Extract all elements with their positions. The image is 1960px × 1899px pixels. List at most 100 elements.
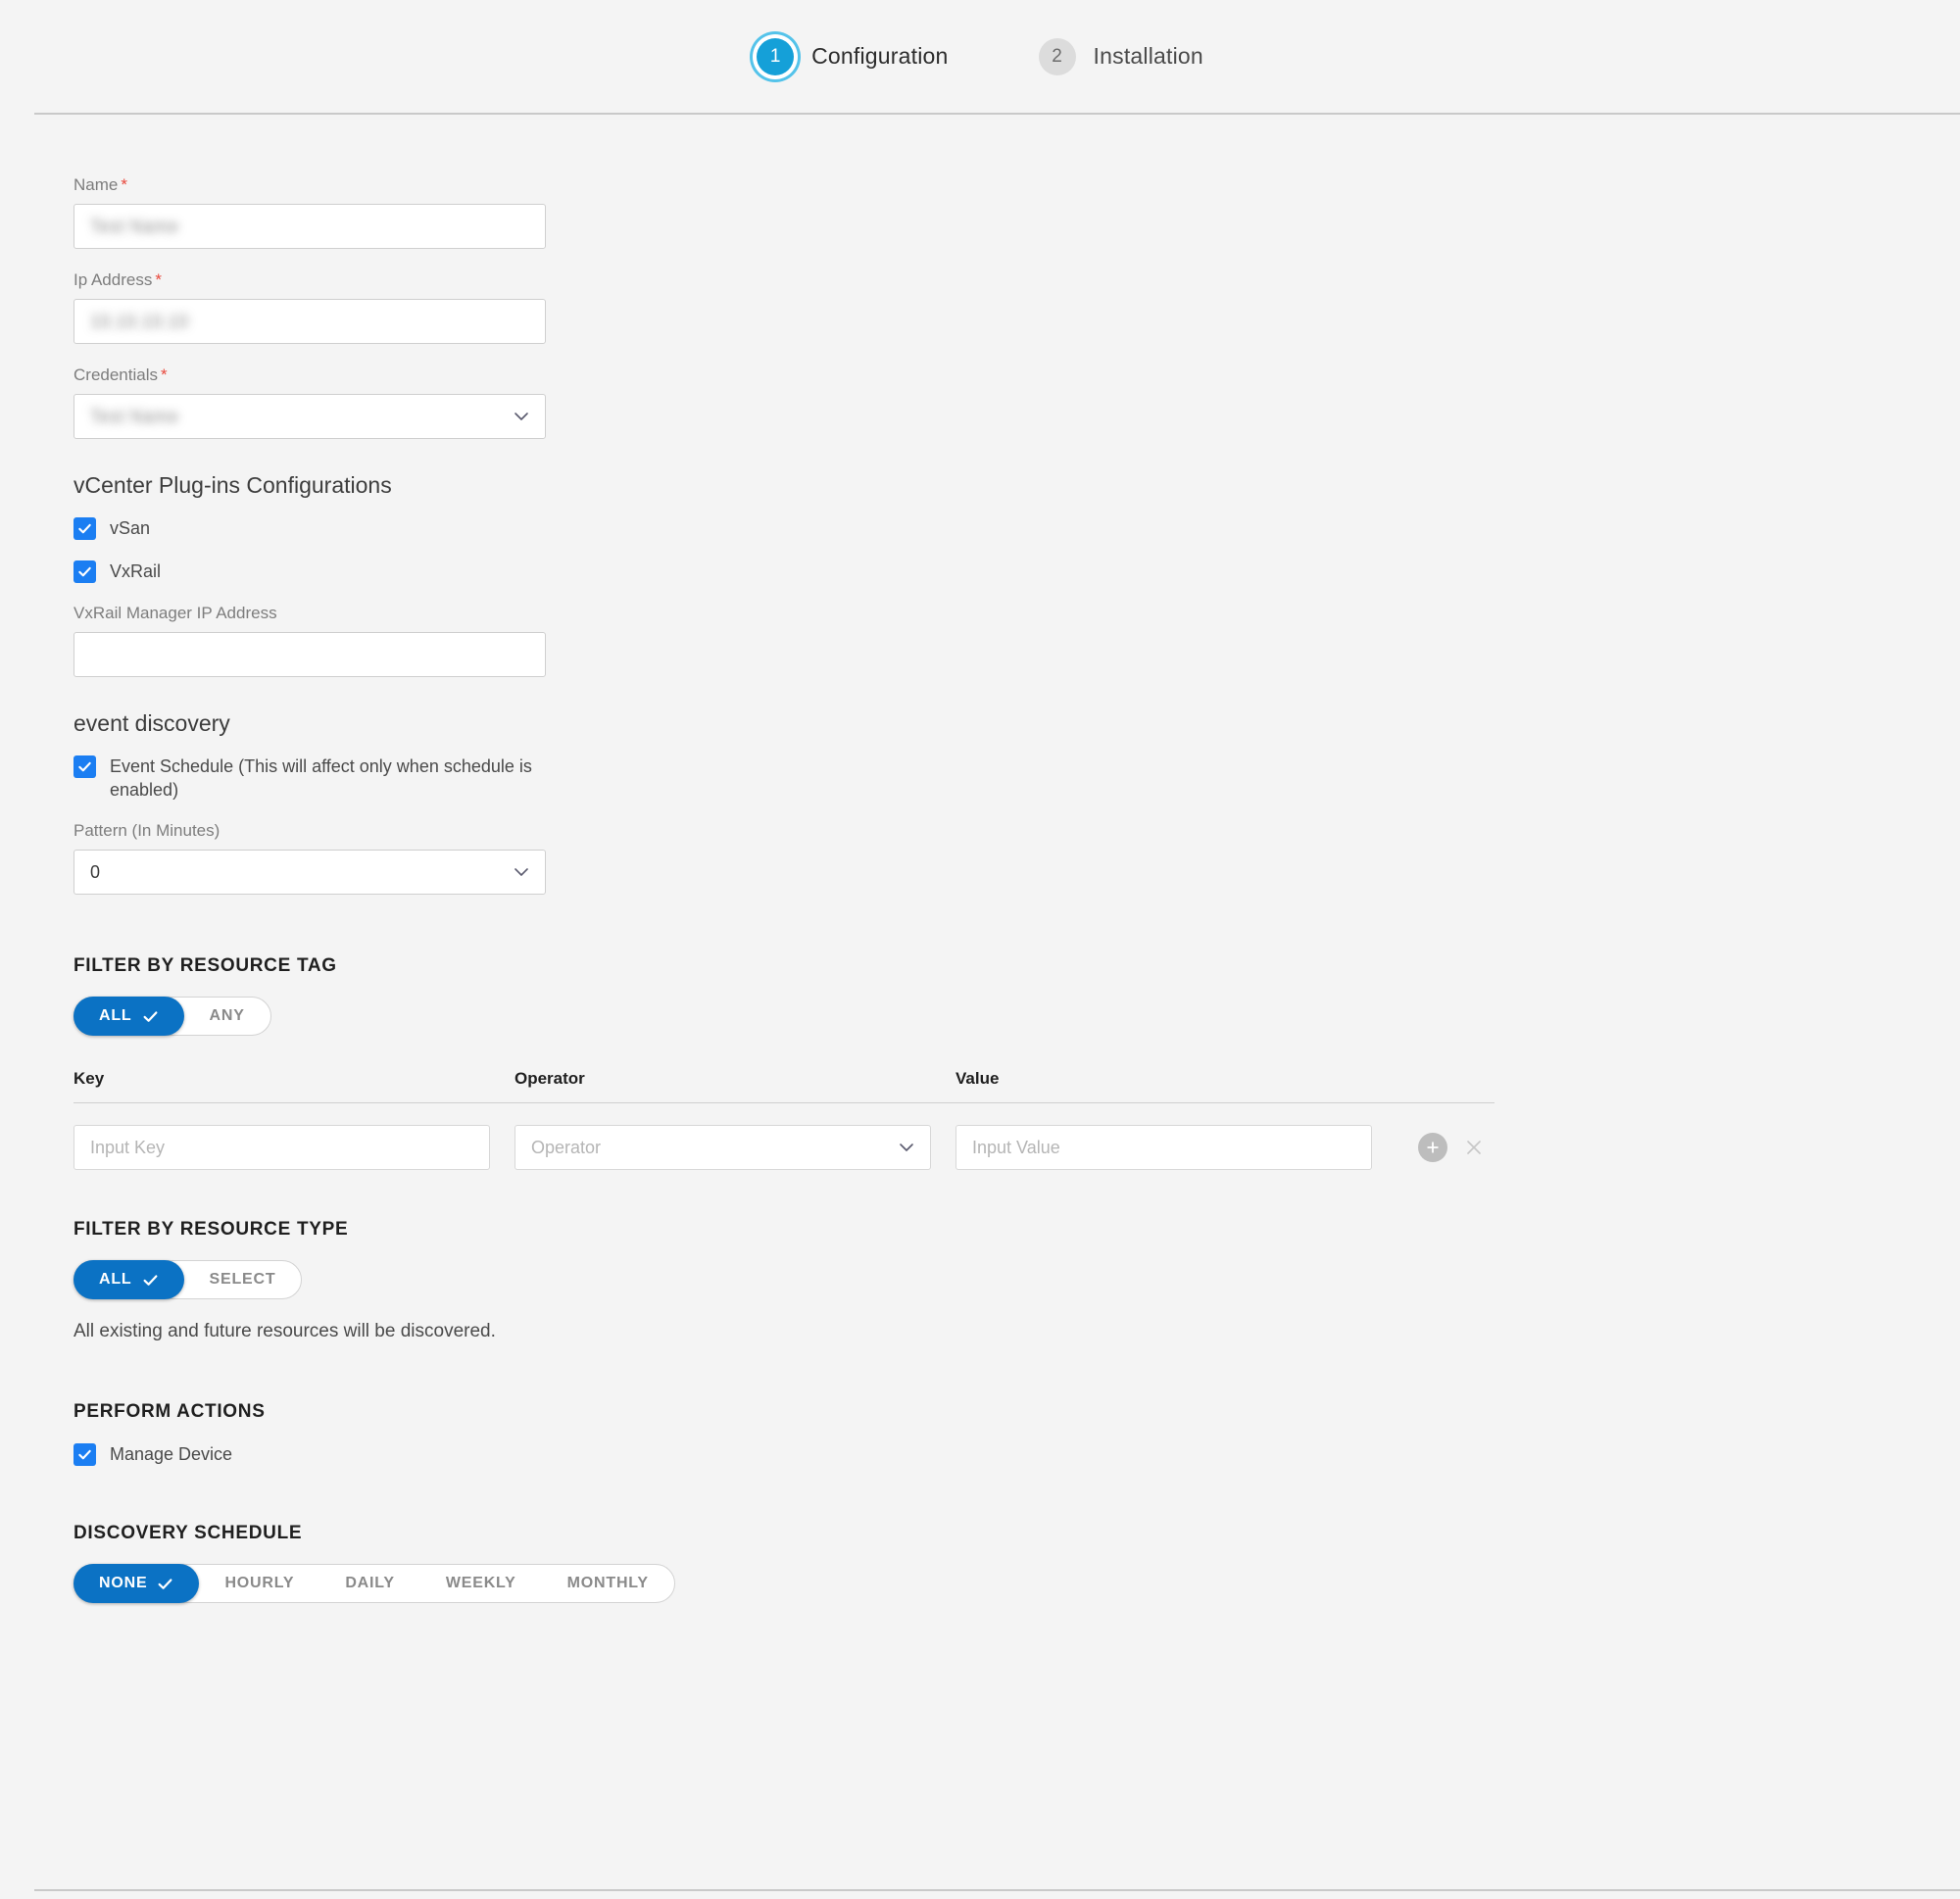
configuration-form: Name* Test Name Ip Address* 10.10.10.10 …	[0, 113, 1960, 1603]
tag-match-option-all-label: ALL	[99, 1007, 132, 1025]
ip-address-label: Ip Address*	[74, 270, 1960, 290]
resource-type-option-select-label: SELECT	[210, 1271, 276, 1289]
tag-filter-table: Key Operator Value Input Key Operator In…	[74, 1069, 1494, 1170]
credentials-required-asterisk: *	[161, 365, 168, 384]
resource-type-option-all-label: ALL	[99, 1271, 132, 1289]
checkbox-row-vxrail[interactable]: VxRail	[74, 560, 1960, 583]
vxrail-label: VxRail	[110, 560, 161, 583]
wizard-step-configuration[interactable]: 1 Configuration	[757, 38, 948, 75]
wizard-step-installation[interactable]: 2 Installation	[1039, 38, 1203, 75]
schedule-option-weekly-label: WEEKLY	[446, 1575, 516, 1592]
add-row-button[interactable]	[1418, 1133, 1447, 1162]
schedule-option-hourly[interactable]: HOURLY	[199, 1565, 319, 1602]
name-required-asterisk: *	[121, 175, 127, 194]
tag-value-input[interactable]: Input Value	[956, 1125, 1372, 1170]
step-1-badge: 1	[757, 38, 794, 75]
manage-device-checkbox[interactable]	[74, 1443, 96, 1466]
tag-row-actions	[1418, 1133, 1487, 1162]
field-vxrail-manager-ip: VxRail Manager IP Address	[74, 604, 1960, 677]
step-2-badge: 2	[1039, 38, 1076, 75]
ip-address-label-text: Ip Address	[74, 270, 152, 289]
step-2-label: Installation	[1094, 43, 1203, 70]
name-input-value: Test Name	[90, 217, 179, 237]
name-label-text: Name	[74, 175, 118, 194]
discovery-schedule-section: DISCOVERY SCHEDULE NONE HOURLY DAILY WEE…	[74, 1523, 1960, 1603]
discovery-schedule-title: DISCOVERY SCHEDULE	[74, 1523, 1960, 1544]
column-header-key: Key	[74, 1069, 514, 1089]
checkbox-row-vsan[interactable]: vSan	[74, 516, 1960, 540]
event-discovery-heading: event discovery	[74, 710, 1960, 737]
tag-filter-header-row: Key Operator Value	[74, 1069, 1494, 1103]
table-row: Input Key Operator Input Value	[74, 1125, 1494, 1170]
discovery-schedule-toggle: NONE HOURLY DAILY WEEKLY MONTHLY	[74, 1564, 675, 1603]
chevron-down-icon	[899, 1140, 914, 1155]
ip-address-required-asterisk: *	[155, 270, 162, 289]
wizard-steps: 1 Configuration 2 Installation	[757, 38, 1203, 75]
checkbox-row-manage-device[interactable]: Manage Device	[74, 1442, 1960, 1466]
schedule-option-none[interactable]: NONE	[74, 1564, 199, 1603]
field-name: Name* Test Name	[74, 175, 1960, 249]
event-schedule-label: Event Schedule (This will affect only wh…	[110, 755, 570, 803]
tag-match-option-any[interactable]: ANY	[184, 998, 270, 1035]
resource-type-option-all[interactable]: ALL	[74, 1260, 184, 1299]
resource-type-option-select[interactable]: SELECT	[184, 1261, 302, 1298]
vxrail-manager-ip-label: VxRail Manager IP Address	[74, 604, 1960, 623]
name-input[interactable]: Test Name	[74, 204, 546, 249]
schedule-option-daily-label: DAILY	[345, 1575, 395, 1592]
ip-address-input[interactable]: 10.10.10.10	[74, 299, 546, 344]
checkbox-row-event-schedule[interactable]: Event Schedule (This will affect only wh…	[74, 755, 1960, 803]
field-pattern-minutes: Pattern (In Minutes) 0	[74, 821, 1960, 895]
pattern-select[interactable]: 0	[74, 850, 546, 895]
filter-by-resource-tag-title: FILTER BY RESOURCE TAG	[74, 955, 1960, 977]
pattern-select-value: 0	[90, 862, 100, 883]
chevron-down-icon	[514, 864, 529, 880]
header-divider	[34, 113, 1960, 115]
column-header-value: Value	[956, 1069, 1396, 1089]
footer-divider	[34, 1889, 1960, 1891]
step-2-number: 2	[1052, 47, 1062, 66]
vxrail-checkbox[interactable]	[74, 560, 96, 583]
tag-key-placeholder: Input Key	[90, 1138, 165, 1158]
field-ip-address: Ip Address* 10.10.10.10	[74, 270, 1960, 344]
schedule-option-hourly-label: HOURLY	[224, 1575, 294, 1592]
perform-actions-title: PERFORM ACTIONS	[74, 1401, 1960, 1423]
filter-by-resource-type-title: FILTER BY RESOURCE TYPE	[74, 1219, 1960, 1241]
tag-match-toggle: ALL ANY	[74, 997, 271, 1036]
column-header-operator: Operator	[514, 1069, 956, 1089]
event-schedule-checkbox[interactable]	[74, 755, 96, 778]
field-credentials: Credentials* Test Name	[74, 365, 1960, 439]
tag-operator-select[interactable]: Operator	[514, 1125, 931, 1170]
vsan-checkbox[interactable]	[74, 517, 96, 540]
pattern-label: Pattern (In Minutes)	[74, 821, 1960, 841]
remove-row-button[interactable]	[1461, 1135, 1487, 1160]
manage-device-label: Manage Device	[110, 1442, 232, 1466]
name-label: Name*	[74, 175, 1960, 195]
schedule-option-daily[interactable]: DAILY	[319, 1565, 420, 1602]
schedule-option-monthly[interactable]: MONTHLY	[542, 1565, 674, 1602]
tag-operator-placeholder: Operator	[531, 1138, 601, 1158]
credentials-select[interactable]: Test Name	[74, 394, 546, 439]
tag-match-option-all[interactable]: ALL	[74, 997, 184, 1036]
filter-by-resource-tag-section: FILTER BY RESOURCE TAG ALL ANY Key Opera…	[74, 955, 1960, 1170]
resource-type-note: All existing and future resources will b…	[74, 1321, 1960, 1342]
vsan-label: vSan	[110, 516, 150, 540]
credentials-label-text: Credentials	[74, 365, 158, 384]
tag-match-option-any-label: ANY	[210, 1007, 245, 1025]
chevron-down-icon	[514, 409, 529, 424]
step-1-label: Configuration	[811, 43, 948, 70]
schedule-option-none-label: NONE	[99, 1575, 147, 1592]
vxrail-manager-ip-input[interactable]	[74, 632, 546, 677]
filter-by-resource-type-section: FILTER BY RESOURCE TYPE ALL SELECT All e…	[74, 1219, 1960, 1342]
credentials-label: Credentials*	[74, 365, 1960, 385]
schedule-option-monthly-label: MONTHLY	[567, 1575, 649, 1592]
check-icon	[142, 1272, 159, 1289]
resource-type-toggle: ALL SELECT	[74, 1260, 302, 1299]
tag-value-placeholder: Input Value	[972, 1138, 1060, 1158]
plugins-heading: vCenter Plug-ins Configurations	[74, 472, 1960, 499]
schedule-option-weekly[interactable]: WEEKLY	[420, 1565, 542, 1602]
wizard-header: 1 Configuration 2 Installation	[0, 0, 1960, 113]
check-icon	[142, 1008, 159, 1025]
tag-key-input[interactable]: Input Key	[74, 1125, 490, 1170]
step-1-number: 1	[770, 47, 781, 66]
perform-actions-section: PERFORM ACTIONS Manage Device	[74, 1401, 1960, 1466]
